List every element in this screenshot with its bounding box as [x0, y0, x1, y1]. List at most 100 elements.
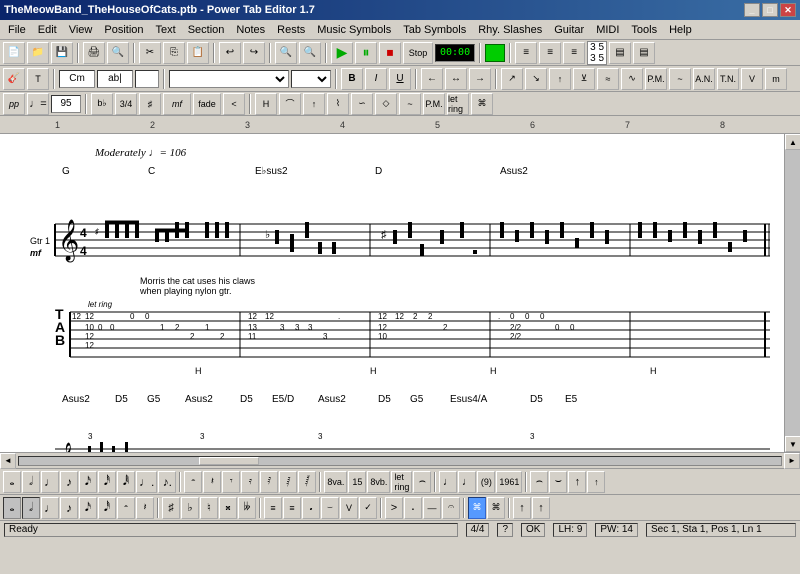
note2-sharp[interactable]: ♯	[162, 497, 180, 519]
note2-v[interactable]: V	[340, 497, 358, 519]
menu-guitar[interactable]: Guitar	[548, 22, 590, 38]
note2-fermata[interactable]: 𝄐	[442, 497, 460, 519]
note2-special1[interactable]: ⌘	[468, 497, 486, 519]
scroll-track[interactable]	[785, 150, 800, 436]
note2-arrow-l[interactable]: ↑	[513, 497, 531, 519]
italic-button[interactable]: I	[365, 68, 387, 90]
let-ring-btn[interactable]: let ring	[447, 93, 469, 115]
align-l-btn[interactable]: ←	[421, 68, 443, 90]
print-button[interactable]: 🖨	[83, 42, 105, 64]
misc-btn7[interactable]: P.M.	[645, 68, 667, 90]
misc-btn9[interactable]: A.N.	[693, 68, 715, 90]
note-let-ring[interactable]: letring	[391, 471, 412, 493]
note-btn-r4[interactable]: 𝄿	[241, 471, 259, 493]
note2-staccato[interactable]: ·	[404, 497, 422, 519]
misc-btn4[interactable]: ⊻	[573, 68, 595, 90]
misc-btn5[interactable]: ≈	[597, 68, 619, 90]
misc-btn2[interactable]: ↘	[525, 68, 547, 90]
note2-special2[interactable]: ⌘	[487, 497, 505, 519]
note2-16th[interactable]: 𝅘𝅥𝅯	[79, 497, 97, 519]
bold-button[interactable]: B	[341, 68, 363, 90]
note-btn-64th[interactable]: 𝅘𝅥𝅱	[117, 471, 135, 493]
misc-btn10[interactable]: T.N.	[717, 68, 739, 90]
menu-rhy-slashes[interactable]: Rhy. Slashes	[472, 22, 548, 38]
menu-tab-symbols[interactable]: Tab Symbols	[397, 22, 472, 38]
note-natural[interactable]: ♩	[439, 471, 457, 493]
save-button[interactable]: 💾	[51, 42, 73, 64]
note-btn-dot-e[interactable]: ♪.	[158, 471, 176, 493]
note2-slur2[interactable]: ⌣	[321, 497, 339, 519]
guitar-icon-btn[interactable]: 🎸	[3, 68, 25, 90]
note2-check[interactable]: ✓	[359, 497, 377, 519]
harmonic[interactable]: ◇	[375, 93, 397, 115]
slide[interactable]: ⌇	[327, 93, 349, 115]
redo-button[interactable]: ↪	[243, 42, 265, 64]
paste-button[interactable]: 📋	[187, 42, 209, 64]
note-btn-16th[interactable]: 𝅘𝅥𝅯	[79, 471, 97, 493]
menu-section[interactable]: Section	[182, 22, 231, 38]
note2-dbl-sharp[interactable]: 𝄪	[219, 497, 237, 519]
close-button[interactable]: ✕	[780, 3, 796, 17]
note-btn-r7[interactable]: 𝅂	[298, 471, 316, 493]
extra-btn2[interactable]: ▤	[633, 42, 655, 64]
note2-trem2[interactable]: ≡	[283, 497, 301, 519]
bpm-input[interactable]	[51, 95, 81, 113]
note-extra1[interactable]: ↑	[568, 471, 586, 493]
menu-notes[interactable]: Notes	[230, 22, 271, 38]
scroll-up-button[interactable]: ▲	[785, 134, 800, 150]
note2-trem1[interactable]: ≡	[264, 497, 282, 519]
scroll-down-button[interactable]: ▼	[785, 436, 800, 452]
menu-tools[interactable]: Tools	[625, 22, 663, 38]
note-15[interactable]: 15	[348, 471, 366, 493]
align-right-button[interactable]: ≡	[563, 42, 585, 64]
misc-btn12[interactable]: m	[765, 68, 787, 90]
menu-file[interactable]: File	[2, 22, 32, 38]
misc-btn8[interactable]: ~	[669, 68, 691, 90]
trill[interactable]: ∽	[351, 93, 373, 115]
note2-eighth[interactable]: ♪	[60, 497, 78, 519]
note2-arrow-r[interactable]: ↑	[532, 497, 550, 519]
cut-button[interactable]: ✂	[139, 42, 161, 64]
note2-nat[interactable]: ♮	[200, 497, 218, 519]
maximize-button[interactable]: □	[762, 3, 778, 17]
note-btn-r3[interactable]: 𝄾	[222, 471, 240, 493]
zoom-out-button[interactable]: 🔍	[299, 42, 321, 64]
align-left-button[interactable]: ≡	[515, 42, 537, 64]
note-btn-32nd[interactable]: 𝅘𝅥𝅰	[98, 471, 116, 493]
chord-input[interactable]	[59, 70, 95, 88]
tempo-note[interactable]: ♩=	[27, 93, 49, 115]
scroll-right-button[interactable]: ►	[784, 453, 800, 469]
palm-mute[interactable]: P.M.	[423, 93, 445, 115]
tab-btn[interactable]: T	[27, 68, 49, 90]
pause-button[interactable]: ⏸	[355, 42, 377, 64]
misc-btn1[interactable]: ↗	[501, 68, 523, 90]
align-r-btn[interactable]: →	[469, 68, 491, 90]
note-btn-whole[interactable]: 𝅝	[3, 471, 21, 493]
note-btn-half[interactable]: 𝅗𝅥	[22, 471, 40, 493]
font-size-select[interactable]	[291, 70, 331, 88]
note2-whole[interactable]: 𝅝	[3, 497, 21, 519]
note-slur[interactable]: ⌣	[549, 471, 567, 493]
menu-music-symbols[interactable]: Music Symbols	[311, 22, 397, 38]
new-button[interactable]: 📄	[3, 42, 25, 64]
note2-quarter[interactable]: ♩	[41, 497, 59, 519]
misc-btn3[interactable]: ↑	[549, 68, 571, 90]
note-btn-quarter[interactable]: ♩	[41, 471, 59, 493]
note2-dbl-flat[interactable]: 𝄫	[238, 497, 256, 519]
menu-text[interactable]: Text	[150, 22, 182, 38]
score-area[interactable]: Moderately ♩= 106 G C E♭sus2 D Asus2 𝄞 4…	[0, 134, 784, 452]
font-select[interactable]	[169, 70, 289, 88]
note-input[interactable]	[135, 70, 159, 88]
menu-help[interactable]: Help	[663, 22, 698, 38]
note-bow[interactable]: ⌢	[413, 471, 431, 493]
hammer-on[interactable]: H	[255, 93, 277, 115]
time-4-4[interactable]: b♭	[91, 93, 113, 115]
note-extra2[interactable]: ↑	[587, 471, 605, 493]
note2-rest2[interactable]: 𝄽	[136, 497, 154, 519]
fade-btn[interactable]: fade	[193, 93, 221, 115]
bend[interactable]: ↑	[303, 93, 325, 115]
note-1961[interactable]: 1961	[496, 471, 522, 493]
align-center-button[interactable]: ≡	[539, 42, 561, 64]
note-8vb[interactable]: 8vb.	[367, 471, 390, 493]
stop-button[interactable]: ⏹	[379, 42, 401, 64]
